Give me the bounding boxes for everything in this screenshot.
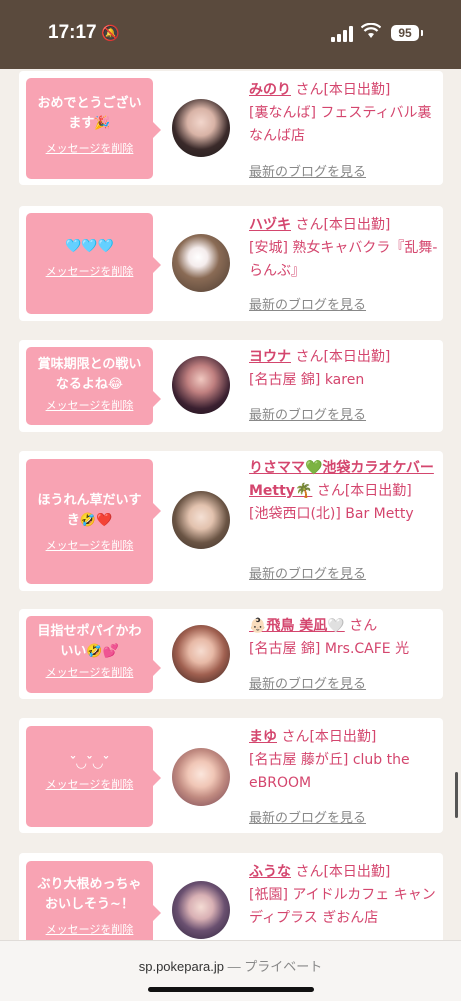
list-item: ほうれん草だいすき🤣❤️ メッセージを削除 りさママ💚池袋カラオケバーMetty… (19, 451, 443, 591)
profile-name-link[interactable]: ハヅキ (249, 217, 291, 233)
separator: — (224, 959, 245, 974)
blog-link[interactable]: 最新のブログを見る (249, 404, 366, 423)
delete-message-link[interactable]: メッセージを削除 (26, 664, 153, 680)
list-item: 目指せポパイかわいい🤣💕 メッセージを削除 👶🏻飛鳥 美凪🤍 さん [名古屋 錦… (19, 609, 443, 699)
message-feed[interactable]: おめでとうございます🎉 メッセージを削除 みのり さん[本日出勤] [裏なんば]… (0, 69, 461, 940)
profile-name-link[interactable]: みのり (249, 82, 291, 98)
avatar[interactable] (172, 234, 230, 292)
cellular-signal-icon (331, 26, 355, 42)
blog-link[interactable]: 最新のブログを見る (249, 673, 366, 692)
shop-name: [名古屋 錦] karen (249, 372, 365, 388)
delete-message-link[interactable]: メッセージを削除 (26, 921, 153, 937)
honorific: さん (316, 483, 345, 499)
shop-name: [名古屋 錦] Mrs.CAFE 光 (249, 641, 410, 657)
message-bubble: 目指せポパイかわいい🤣💕 メッセージを削除 (26, 616, 161, 693)
blog-link[interactable]: 最新のブログを見る (249, 161, 366, 180)
delete-message-link[interactable]: メッセージを削除 (26, 263, 153, 279)
shop-name: [裏なんば] フェスティバル裏なんば店 (249, 105, 432, 144)
honorific: さん (281, 729, 310, 745)
message-bubble: ˇ◡ˇ◡ˇ メッセージを削除 (26, 726, 161, 827)
status-time: 17:17 (48, 22, 97, 43)
profile-name-link[interactable]: 👶🏻飛鳥 美凪🤍 (249, 618, 345, 634)
honorific: さん (295, 349, 324, 365)
message-bubble: 賞味期限との戦いなるよね😂 メッセージを削除 (26, 347, 161, 425)
private-mode-label: プライベート (244, 959, 323, 974)
blog-link[interactable]: 最新のブログを見る (249, 294, 366, 313)
attendance-badge: [本日出勤] (309, 729, 377, 745)
attendance-badge: [本日出勤] (323, 864, 391, 880)
delete-message-link[interactable]: メッセージを削除 (26, 397, 153, 413)
profile-info: みのり さん[本日出勤] [裏なんば] フェスティバル裏なんば店 (249, 79, 439, 148)
message-text: ほうれん草だいすき🤣❤️ (37, 493, 142, 528)
honorific: さん (295, 82, 324, 98)
honorific: さん (295, 217, 324, 233)
wifi-icon (360, 22, 382, 44)
attendance-badge: [本日出勤] (323, 349, 391, 365)
profile-info: りさママ💚池袋カラオケバーMetty🌴 さん[本日出勤] [池袋西口(北)] B… (249, 457, 439, 526)
message-bubble: ぶり大根めっちゃおいしそう~！ メッセージを削除 (26, 861, 161, 940)
blog-link[interactable]: 最新のブログを見る (249, 563, 366, 582)
delete-message-link[interactable]: メッセージを削除 (26, 537, 153, 553)
url-display[interactable]: sp.pokepara.jp — プライベート (0, 956, 461, 975)
message-text: 賞味期限との戦いなるよね😂 (37, 357, 142, 392)
attendance-badge: [本日出勤] (323, 82, 391, 98)
list-item: おめでとうございます🎉 メッセージを削除 みのり さん[本日出勤] [裏なんば]… (19, 71, 443, 185)
attendance-badge: [本日出勤] (323, 217, 391, 233)
list-item: ˇ◡ˇ◡ˇ メッセージを削除 まゆ さん[本日出勤] [名古屋 藤が丘] clu… (19, 718, 443, 833)
battery-indicator: 95 (391, 25, 423, 41)
delete-message-link[interactable]: メッセージを削除 (26, 776, 153, 792)
status-bar: 17:17 🔕 95 (0, 0, 461, 69)
home-indicator[interactable] (148, 987, 314, 992)
blog-link[interactable]: 最新のブログを見る (249, 807, 366, 826)
avatar[interactable] (172, 99, 230, 157)
attendance-badge: [本日出勤] (344, 483, 412, 499)
profile-name-link[interactable]: ヨウナ (249, 349, 291, 365)
shop-name: [安城] 熟女キャバクラ『乱舞-らんぶ』 (249, 240, 438, 279)
delete-message-link[interactable]: メッセージを削除 (26, 140, 153, 156)
honorific: さん (295, 864, 324, 880)
shop-name: [名古屋 藤が丘] club the eBROOM (249, 752, 410, 791)
list-item: 賞味期限との戦いなるよね😂 メッセージを削除 ヨウナ さん[本日出勤] [名古屋… (19, 340, 443, 432)
message-bubble: ほうれん草だいすき🤣❤️ メッセージを削除 (26, 459, 161, 584)
shop-name: [祇園] アイドルカフェ キャンディプラス ぎおん店 (249, 887, 436, 926)
profile-info: ふうな さん[本日出勤] [祇園] アイドルカフェ キャンディプラス ぎおん店 (249, 861, 439, 930)
browser-address-bar[interactable]: sp.pokepara.jp — プライベート (0, 940, 461, 1001)
message-text: おめでとうございます🎉 (37, 96, 142, 131)
domain-text: sp.pokepara.jp (138, 959, 225, 974)
message-text: ˇ◡ˇ◡ˇ (69, 756, 110, 771)
message-text: 目指せポパイかわいい🤣💕 (37, 624, 142, 659)
profile-info: 👶🏻飛鳥 美凪🤍 さん [名古屋 錦] Mrs.CAFE 光 (249, 615, 439, 661)
message-text: ぶり大根めっちゃおいしそう~！ (37, 877, 142, 912)
profile-info: ハヅキ さん[本日出勤] [安城] 熟女キャバクラ『乱舞-らんぶ』 (249, 214, 439, 283)
list-item: 🩵🩵🩵 メッセージを削除 ハヅキ さん[本日出勤] [安城] 熟女キャバクラ『乱… (19, 206, 443, 321)
list-item: ぶり大根めっちゃおいしそう~！ メッセージを削除 ふうな さん[本日出勤] [祇… (19, 853, 443, 940)
message-bubble: おめでとうございます🎉 メッセージを削除 (26, 78, 161, 179)
honorific: さん (349, 618, 378, 634)
shop-name: [池袋西口(北)] Bar Metty (249, 506, 414, 522)
profile-info: ヨウナ さん[本日出勤] [名古屋 錦] karen (249, 346, 439, 392)
avatar[interactable] (172, 625, 230, 683)
silent-bell-icon: 🔕 (101, 24, 120, 42)
avatar[interactable] (172, 881, 230, 939)
avatar[interactable] (172, 491, 230, 549)
avatar[interactable] (172, 356, 230, 414)
scrollbar-thumb[interactable] (455, 772, 458, 818)
message-bubble: 🩵🩵🩵 メッセージを削除 (26, 213, 161, 314)
profile-info: まゆ さん[本日出勤] [名古屋 藤が丘] club the eBROOM (249, 726, 439, 795)
message-text: 🩵🩵🩵 (65, 239, 114, 254)
profile-name-link[interactable]: ふうな (249, 864, 291, 880)
profile-name-link[interactable]: まゆ (249, 729, 277, 745)
avatar[interactable] (172, 748, 230, 806)
